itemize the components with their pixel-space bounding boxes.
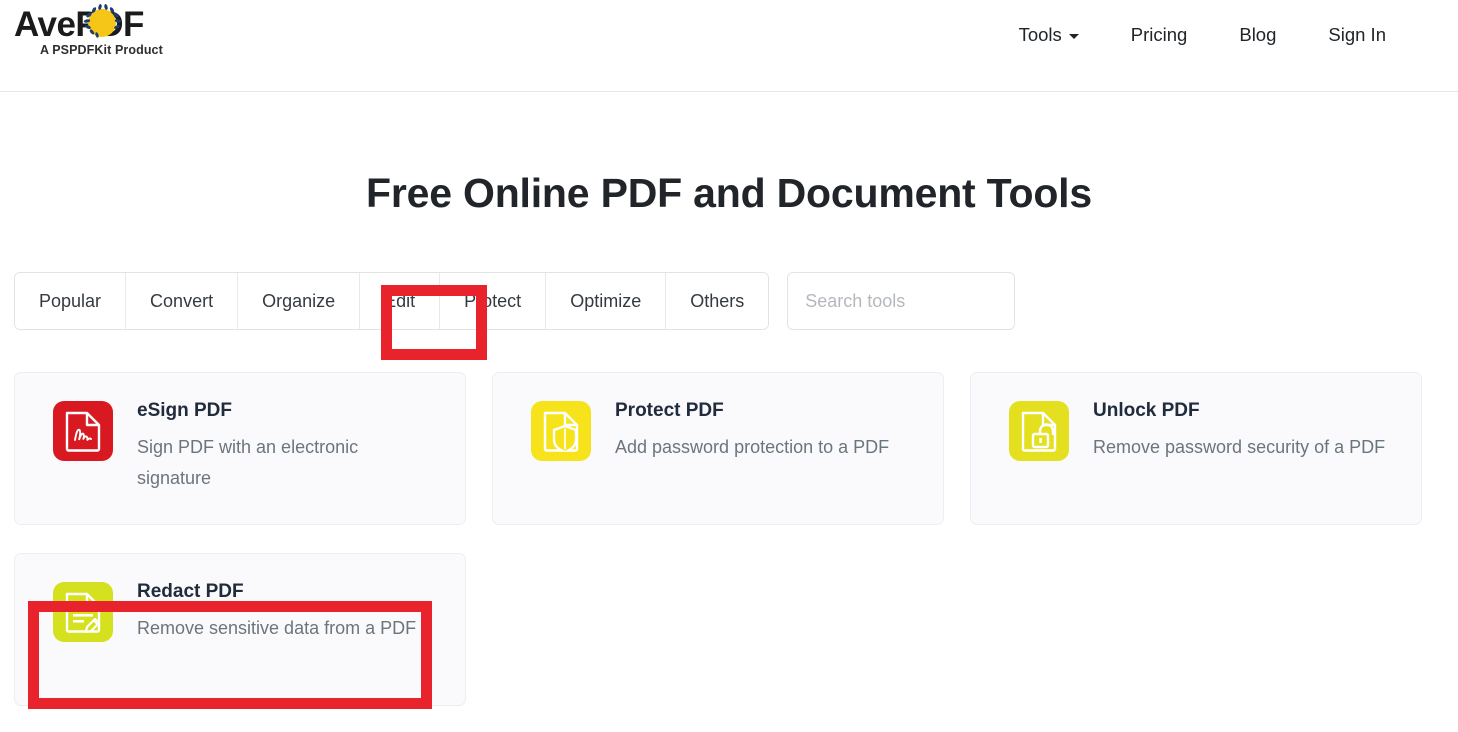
- tool-card-description: Remove sensitive data from a PDF: [137, 618, 417, 638]
- tab-popular[interactable]: Popular: [15, 273, 127, 329]
- nav-item-pricing[interactable]: Pricing: [1105, 20, 1214, 50]
- tab-label-popular: Popular: [39, 290, 102, 311]
- logo-tagline: A PSPDFKit Product: [40, 43, 163, 57]
- chevron-down-icon: [1068, 34, 1079, 39]
- search-input[interactable]: [787, 272, 1016, 330]
- tool-card-description: Add password protection to a PDF: [615, 437, 890, 457]
- site-header: AvePDF A PSPDFKit Pr: [0, 0, 1458, 92]
- nav-item-blog[interactable]: Blog: [1213, 20, 1302, 50]
- tool-card-text: Protect PDF Add password protection to a…: [615, 399, 889, 463]
- main-navigation: Tools Pricing Blog Sign In: [993, 20, 1412, 50]
- tab-label-edit: Edit: [384, 290, 416, 311]
- tab-optimize[interactable]: Optimize: [546, 273, 667, 329]
- tool-card-title: Protect PDF: [615, 400, 724, 421]
- tool-card-unlock-pdf[interactable]: Unlock PDF Remove password security of a…: [970, 372, 1422, 525]
- tool-card-title: eSign PDF: [137, 400, 233, 421]
- tool-card-text: Redact PDF Remove sensitive data from a …: [137, 580, 416, 644]
- nav-label-blog: Blog: [1239, 24, 1277, 45]
- tool-card-text: Unlock PDF Remove password security of a…: [1093, 399, 1385, 463]
- tab-organize[interactable]: Organize: [238, 273, 361, 329]
- nav-label-pricing: Pricing: [1130, 24, 1188, 45]
- tool-card-protect-pdf[interactable]: Protect PDF Add password protection to a…: [492, 372, 944, 525]
- tool-card-redact-pdf[interactable]: Redact PDF Remove sensitive data from a …: [14, 553, 466, 706]
- tab-others[interactable]: Others: [666, 273, 769, 329]
- nav-label-sign-in: Sign In: [1328, 24, 1386, 45]
- logo-text-ave: Av: [14, 5, 57, 44]
- document-shield-icon: [531, 401, 591, 461]
- tool-card-description: Sign PDF with an electronic signature: [137, 437, 359, 488]
- tab-label-convert: Convert: [150, 290, 214, 311]
- logo-wordmark: AvePDF: [14, 4, 204, 44]
- tab-label-protect: Protect: [464, 290, 522, 311]
- nav-label-tools: Tools: [1018, 24, 1062, 45]
- tab-label-optimize: Optimize: [570, 290, 642, 311]
- nav-item-tools[interactable]: Tools: [993, 20, 1105, 50]
- tab-edit[interactable]: Edit: [360, 273, 441, 329]
- document-redact-icon: [53, 582, 113, 642]
- tool-card-title: Unlock PDF: [1093, 400, 1200, 421]
- logo-laurel-wreath-icon: [83, 4, 122, 38]
- nav-item-sign-in[interactable]: Sign In: [1302, 20, 1412, 50]
- tool-category-tabs: Popular Convert Organize Edit Protect Op…: [14, 272, 770, 330]
- tab-protect[interactable]: Protect: [440, 273, 547, 329]
- avepdf-logo[interactable]: AvePDF A PSPDFKit Pr: [14, 4, 204, 66]
- document-unlock-icon: [1009, 401, 1069, 461]
- tool-card-esign-pdf[interactable]: eSign PDF Sign PDF with an electronic si…: [14, 372, 466, 525]
- tool-card-title: Redact PDF: [137, 581, 244, 602]
- document-signature-icon: [53, 401, 113, 461]
- tools-section: Popular Convert Organize Edit Protect Op…: [0, 272, 1458, 706]
- tab-label-others: Others: [690, 290, 745, 311]
- page-title: Free Online PDF and Document Tools: [366, 170, 1092, 216]
- tab-label-organize: Organize: [262, 290, 336, 311]
- tool-card-description: Remove password security of a PDF: [1093, 437, 1386, 457]
- tools-toolbar: Popular Convert Organize Edit Protect Op…: [14, 272, 1444, 330]
- tool-card-text: eSign PDF Sign PDF with an electronic si…: [137, 399, 437, 494]
- logo-text-e: e: [56, 5, 76, 44]
- tab-convert[interactable]: Convert: [126, 273, 239, 329]
- tool-cards-grid: eSign PDF Sign PDF with an electronic si…: [14, 372, 1444, 706]
